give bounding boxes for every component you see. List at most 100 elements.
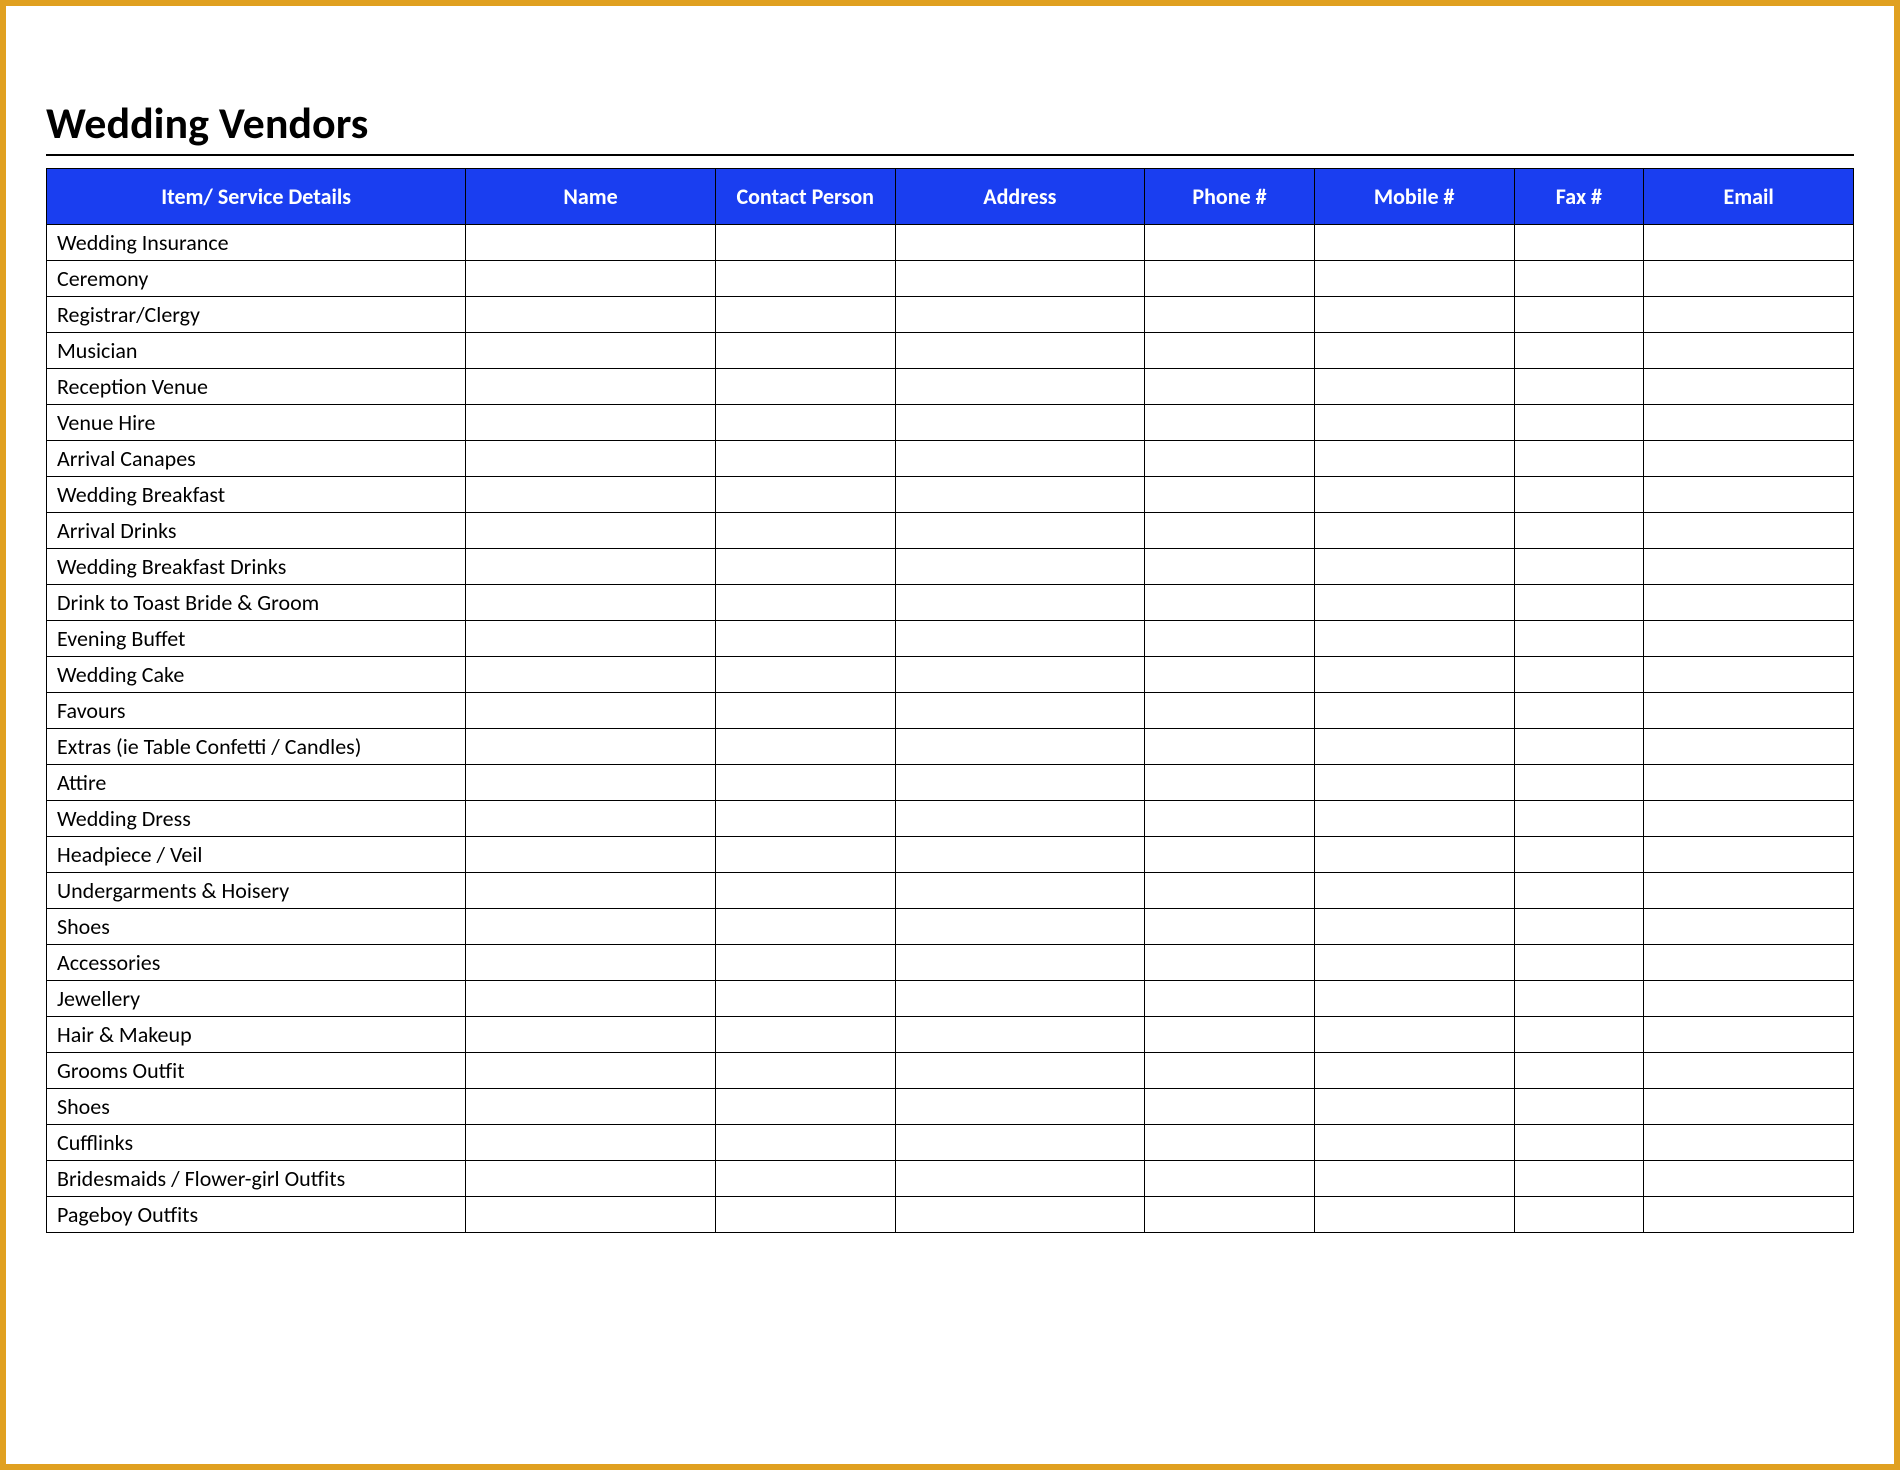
cell-contact[interactable]	[715, 729, 895, 765]
cell-fax[interactable]	[1514, 261, 1644, 297]
cell-contact[interactable]	[715, 945, 895, 981]
cell-item[interactable]: Ceremony	[47, 261, 466, 297]
cell-fax[interactable]	[1514, 333, 1644, 369]
cell-contact[interactable]	[715, 477, 895, 513]
cell-phone[interactable]	[1145, 477, 1315, 513]
cell-fax[interactable]	[1514, 1089, 1644, 1125]
cell-name[interactable]	[466, 1017, 716, 1053]
cell-mobile[interactable]	[1314, 513, 1514, 549]
cell-phone[interactable]	[1145, 261, 1315, 297]
cell-phone[interactable]	[1145, 693, 1315, 729]
cell-email[interactable]	[1644, 441, 1854, 477]
cell-item[interactable]: Shoes	[47, 1089, 466, 1125]
cell-email[interactable]	[1644, 477, 1854, 513]
cell-address[interactable]	[895, 513, 1145, 549]
cell-item[interactable]: Jewellery	[47, 981, 466, 1017]
cell-name[interactable]	[466, 549, 716, 585]
cell-item[interactable]: Wedding Insurance	[47, 225, 466, 261]
cell-item[interactable]: Favours	[47, 693, 466, 729]
cell-mobile[interactable]	[1314, 1017, 1514, 1053]
cell-name[interactable]	[466, 441, 716, 477]
cell-address[interactable]	[895, 297, 1145, 333]
cell-contact[interactable]	[715, 405, 895, 441]
cell-fax[interactable]	[1514, 873, 1644, 909]
cell-address[interactable]	[895, 1197, 1145, 1233]
cell-item[interactable]: Wedding Cake	[47, 657, 466, 693]
cell-address[interactable]	[895, 657, 1145, 693]
cell-fax[interactable]	[1514, 729, 1644, 765]
cell-phone[interactable]	[1145, 801, 1315, 837]
cell-address[interactable]	[895, 477, 1145, 513]
cell-fax[interactable]	[1514, 297, 1644, 333]
cell-phone[interactable]	[1145, 765, 1315, 801]
cell-name[interactable]	[466, 621, 716, 657]
cell-mobile[interactable]	[1314, 801, 1514, 837]
cell-email[interactable]	[1644, 693, 1854, 729]
cell-contact[interactable]	[715, 549, 895, 585]
cell-contact[interactable]	[715, 837, 895, 873]
cell-email[interactable]	[1644, 1089, 1854, 1125]
cell-contact[interactable]	[715, 621, 895, 657]
cell-address[interactable]	[895, 585, 1145, 621]
cell-phone[interactable]	[1145, 1053, 1315, 1089]
cell-mobile[interactable]	[1314, 1053, 1514, 1089]
cell-contact[interactable]	[715, 333, 895, 369]
cell-email[interactable]	[1644, 1197, 1854, 1233]
cell-item[interactable]: Bridesmaids / Flower-girl Outfits	[47, 1161, 466, 1197]
cell-contact[interactable]	[715, 981, 895, 1017]
cell-fax[interactable]	[1514, 909, 1644, 945]
cell-mobile[interactable]	[1314, 261, 1514, 297]
cell-phone[interactable]	[1145, 1161, 1315, 1197]
cell-name[interactable]	[466, 1161, 716, 1197]
cell-fax[interactable]	[1514, 945, 1644, 981]
cell-phone[interactable]	[1145, 1125, 1315, 1161]
cell-phone[interactable]	[1145, 729, 1315, 765]
cell-fax[interactable]	[1514, 1125, 1644, 1161]
cell-fax[interactable]	[1514, 369, 1644, 405]
cell-phone[interactable]	[1145, 945, 1315, 981]
cell-email[interactable]	[1644, 873, 1854, 909]
cell-mobile[interactable]	[1314, 297, 1514, 333]
cell-item[interactable]: Registrar/Clergy	[47, 297, 466, 333]
cell-contact[interactable]	[715, 657, 895, 693]
cell-item[interactable]: Shoes	[47, 909, 466, 945]
cell-email[interactable]	[1644, 765, 1854, 801]
cell-phone[interactable]	[1145, 225, 1315, 261]
cell-item[interactable]: Grooms Outfit	[47, 1053, 466, 1089]
cell-email[interactable]	[1644, 369, 1854, 405]
cell-address[interactable]	[895, 837, 1145, 873]
cell-fax[interactable]	[1514, 801, 1644, 837]
cell-phone[interactable]	[1145, 369, 1315, 405]
cell-fax[interactable]	[1514, 1053, 1644, 1089]
cell-name[interactable]	[466, 981, 716, 1017]
cell-name[interactable]	[466, 333, 716, 369]
cell-phone[interactable]	[1145, 657, 1315, 693]
cell-phone[interactable]	[1145, 909, 1315, 945]
cell-contact[interactable]	[715, 693, 895, 729]
cell-email[interactable]	[1644, 585, 1854, 621]
cell-mobile[interactable]	[1314, 405, 1514, 441]
cell-item[interactable]: Arrival Canapes	[47, 441, 466, 477]
cell-name[interactable]	[466, 909, 716, 945]
cell-phone[interactable]	[1145, 621, 1315, 657]
cell-address[interactable]	[895, 1053, 1145, 1089]
cell-name[interactable]	[466, 1053, 716, 1089]
cell-contact[interactable]	[715, 441, 895, 477]
cell-address[interactable]	[895, 765, 1145, 801]
cell-phone[interactable]	[1145, 873, 1315, 909]
cell-fax[interactable]	[1514, 441, 1644, 477]
cell-contact[interactable]	[715, 1053, 895, 1089]
cell-name[interactable]	[466, 585, 716, 621]
cell-contact[interactable]	[715, 261, 895, 297]
cell-mobile[interactable]	[1314, 945, 1514, 981]
cell-address[interactable]	[895, 1017, 1145, 1053]
cell-phone[interactable]	[1145, 1089, 1315, 1125]
cell-contact[interactable]	[715, 801, 895, 837]
cell-mobile[interactable]	[1314, 1089, 1514, 1125]
cell-name[interactable]	[466, 801, 716, 837]
cell-mobile[interactable]	[1314, 909, 1514, 945]
cell-item[interactable]: Drink to Toast Bride & Groom	[47, 585, 466, 621]
cell-address[interactable]	[895, 729, 1145, 765]
cell-fax[interactable]	[1514, 1161, 1644, 1197]
cell-phone[interactable]	[1145, 513, 1315, 549]
